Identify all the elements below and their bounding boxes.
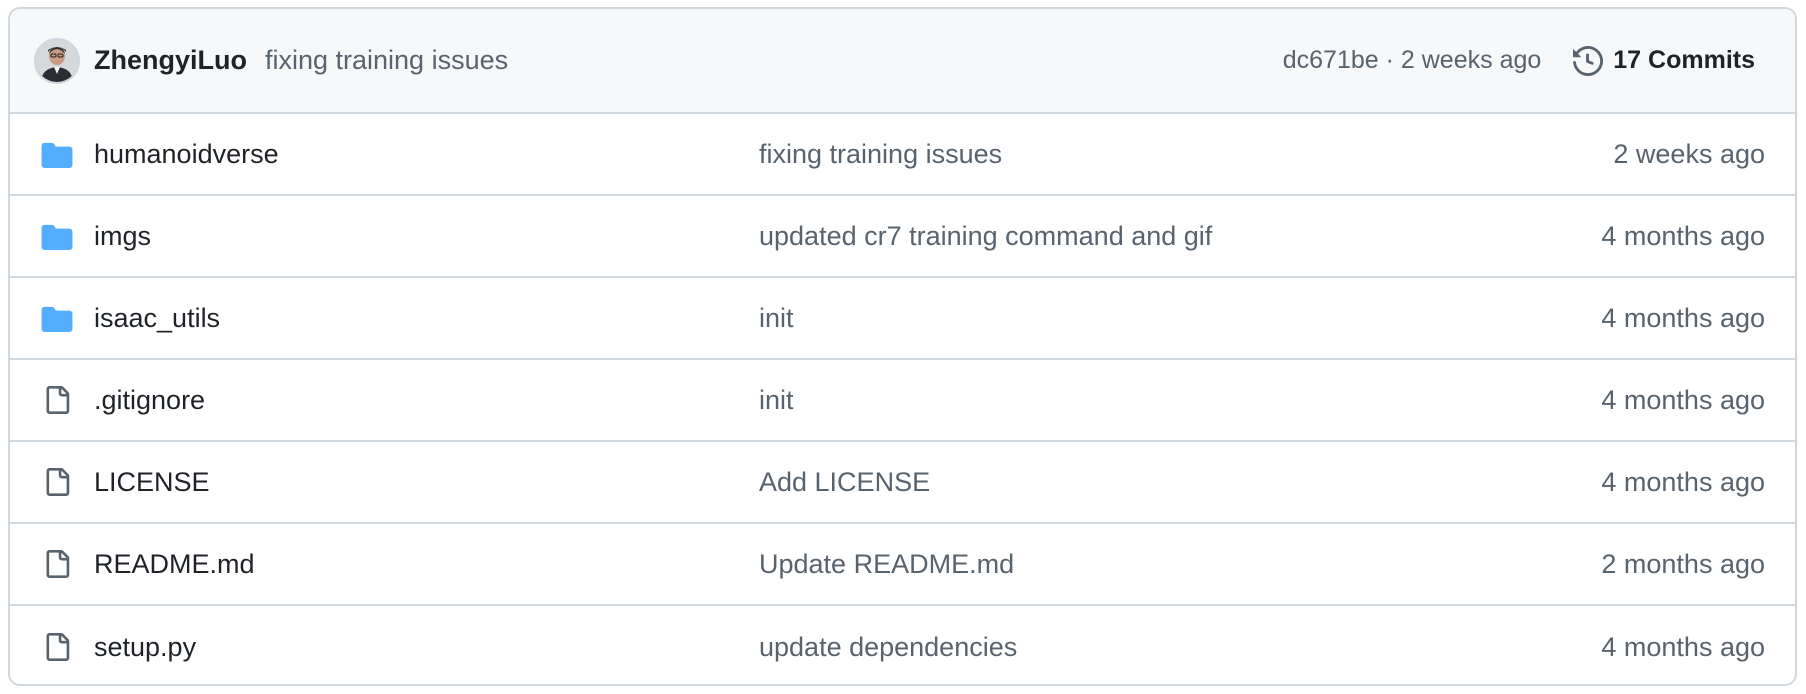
- file-commit-message-link[interactable]: Add LICENSE: [759, 467, 930, 498]
- file-commit-time: 4 months ago: [1601, 384, 1765, 415]
- file-row[interactable]: isaac_utils init 4 months ago: [10, 278, 1795, 360]
- file-name-link[interactable]: isaac_utils: [94, 303, 220, 334]
- file-name-link[interactable]: imgs: [94, 221, 151, 252]
- commit-time: 2 weeks ago: [1400, 46, 1542, 74]
- commit-sha-link[interactable]: dc671be: [1283, 46, 1379, 74]
- file-browser: ZhengyiLuo fixing training issues dc671b…: [8, 7, 1797, 686]
- file-name-link[interactable]: setup.py: [94, 632, 196, 663]
- file-commit-time: 4 months ago: [1601, 631, 1765, 662]
- history-icon: [1573, 45, 1604, 76]
- file-commit-message-link[interactable]: fixing training issues: [759, 139, 1002, 170]
- file-row[interactable]: humanoidverse fixing training issues 2 wee…: [10, 114, 1795, 196]
- file-commit-message-link[interactable]: Update README.md: [759, 549, 1014, 580]
- commits-count-label: 17 Commits: [1613, 46, 1755, 74]
- file-icon: [40, 632, 74, 662]
- file-commit-message-link[interactable]: update dependencies: [759, 632, 1017, 663]
- file-row[interactable]: .gitignore init 4 months ago: [10, 360, 1795, 442]
- commits-history-link[interactable]: 17 Commits: [1573, 45, 1771, 76]
- file-icon: [40, 549, 74, 579]
- folder-icon: [40, 221, 74, 251]
- file-name-link[interactable]: LICENSE: [94, 467, 210, 498]
- file-commit-time: 2 weeks ago: [1613, 138, 1765, 169]
- folder-icon: [40, 139, 74, 169]
- file-name-link[interactable]: .gitignore: [94, 385, 205, 416]
- latest-commit-header: ZhengyiLuo fixing training issues dc671b…: [10, 9, 1795, 114]
- file-name-link[interactable]: README.md: [94, 549, 255, 580]
- file-commit-message-link[interactable]: updated cr7 training command and gif: [759, 221, 1212, 252]
- sha-time-separator: ·: [1378, 46, 1401, 74]
- file-commit-time: 2 months ago: [1601, 548, 1765, 579]
- file-commit-message-link[interactable]: init: [759, 303, 794, 334]
- file-list: humanoidverse fixing training issues 2 wee…: [10, 114, 1795, 684]
- file-row[interactable]: setup.py update dependencies 4 months ago: [10, 606, 1795, 684]
- commit-message-link[interactable]: fixing training issues: [265, 45, 508, 76]
- author-avatar[interactable]: [34, 37, 80, 84]
- file-commit-time: 4 months ago: [1601, 466, 1765, 497]
- folder-icon: [40, 303, 74, 333]
- file-row[interactable]: LICENSE Add LICENSE 4 months ago: [10, 442, 1795, 524]
- file-name-link[interactable]: humanoidverse: [94, 139, 279, 170]
- file-icon: [40, 467, 74, 497]
- commit-author-link[interactable]: ZhengyiLuo: [94, 45, 247, 76]
- file-commit-time: 4 months ago: [1601, 220, 1765, 251]
- file-commit-message-link[interactable]: init: [759, 385, 794, 416]
- commit-sha-time: dc671be · 2 weeks ago: [1283, 46, 1542, 75]
- file-commit-time: 4 months ago: [1601, 302, 1765, 333]
- file-row[interactable]: README.md Update README.md 2 months ago: [10, 524, 1795, 606]
- user-avatar-icon: [36, 39, 78, 82]
- file-icon: [40, 385, 74, 415]
- file-row[interactable]: imgs updated cr7 training command and gif…: [10, 196, 1795, 278]
